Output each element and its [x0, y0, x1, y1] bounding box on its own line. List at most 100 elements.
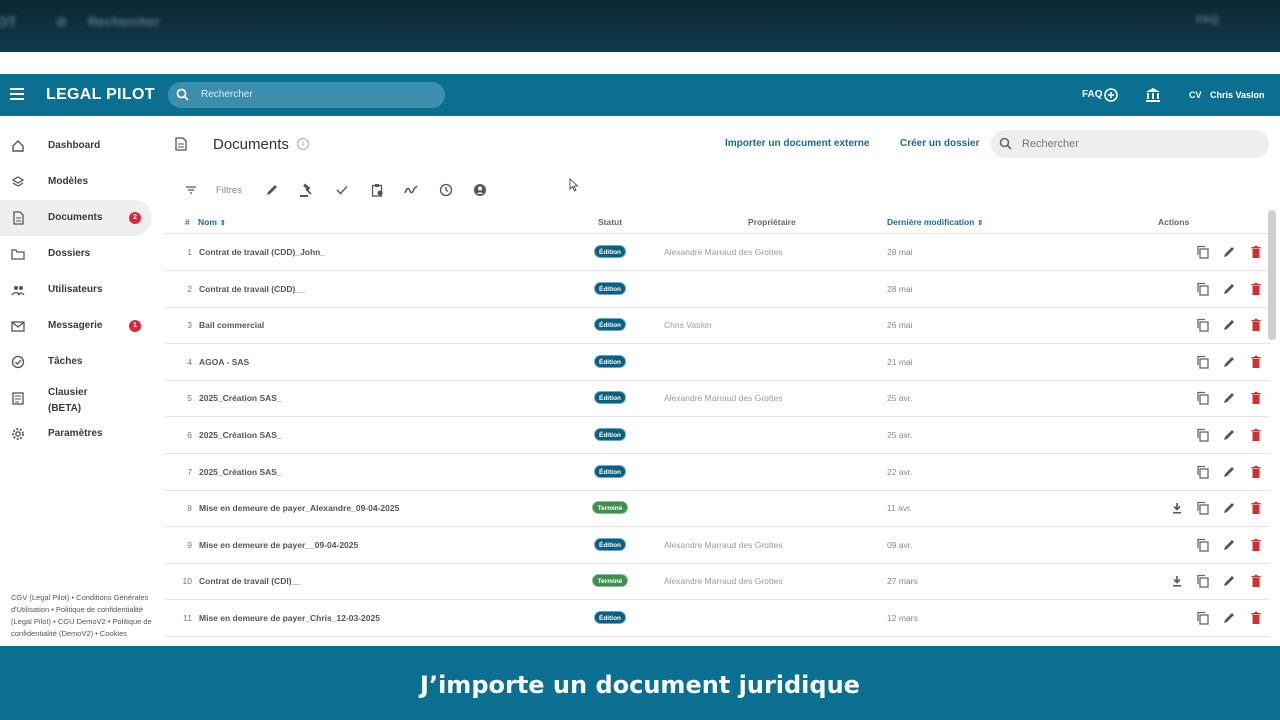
- add-circle-icon[interactable]: [1104, 88, 1118, 102]
- person-filter-icon[interactable]: [473, 183, 487, 197]
- table-row[interactable]: 6 2025_Création SAS_ Édition 25 avr.: [164, 417, 1270, 454]
- sort-icon[interactable]: ⇕: [220, 219, 226, 227]
- document-name[interactable]: 2025_Création SAS_: [199, 467, 282, 477]
- sidebar-item-parametres[interactable]: Paramètres: [0, 416, 152, 452]
- header-search-input[interactable]: Rechercher: [168, 82, 445, 108]
- document-name[interactable]: Mise en demeure de payer__09-04-2025: [199, 540, 358, 550]
- edit-icon[interactable]: [1222, 355, 1236, 369]
- check-filter-icon[interactable]: [335, 183, 349, 197]
- copy-icon[interactable]: [1196, 611, 1210, 625]
- copy-icon[interactable]: [1196, 574, 1210, 589]
- sidebar-item-dossiers[interactable]: Dossiers: [0, 236, 152, 272]
- filters-label[interactable]: Filtres: [216, 185, 242, 196]
- gavel-filter-icon[interactable]: [299, 183, 314, 198]
- edit-icon[interactable]: [1222, 501, 1236, 515]
- table-row[interactable]: 8 Mise en demeure de payer_Alexandre_09-0…: [164, 490, 1270, 528]
- table-row[interactable]: 10 Contrat de travail (CDI)__ Terminé Alexa…: [164, 563, 1270, 601]
- copy-icon[interactable]: [1196, 501, 1210, 515]
- document-name[interactable]: 2025_Création SAS_: [199, 430, 282, 440]
- edit-icon[interactable]: [1222, 282, 1236, 296]
- edit-icon[interactable]: [1222, 538, 1236, 552]
- delete-icon[interactable]: [1249, 538, 1263, 552]
- info-icon[interactable]: i: [297, 138, 309, 150]
- edit-icon[interactable]: [1222, 318, 1236, 332]
- edit-icon[interactable]: [1222, 611, 1236, 625]
- copy-icon[interactable]: [1196, 355, 1210, 369]
- delete-icon[interactable]: [1249, 574, 1263, 588]
- filter-icon[interactable]: [184, 183, 198, 197]
- delete-icon[interactable]: [1249, 245, 1263, 259]
- table-row[interactable]: 4 AGOA - SAS Édition 21 mai: [164, 344, 1270, 381]
- sidebar-item-documents[interactable]: Documents 2: [0, 200, 152, 236]
- import-document-button[interactable]: Importer un document externe: [725, 138, 869, 149]
- delete-icon[interactable]: [1249, 318, 1263, 332]
- col-modified-header[interactable]: Dernière modification ⇕: [887, 217, 983, 227]
- copy-icon[interactable]: [1196, 245, 1210, 259]
- edit-icon[interactable]: [1222, 245, 1236, 259]
- delete-icon[interactable]: [1249, 355, 1263, 369]
- table-row[interactable]: 1 Contrat de travail (CDD)_John_ Édition Al…: [164, 234, 1270, 271]
- table-row[interactable]: 11 Mise en demeure de payer_Chris_12-03-2…: [164, 600, 1270, 637]
- modified-date: 28 mai: [887, 247, 913, 257]
- sidebar-item-utilisateurs[interactable]: Utilisateurs: [0, 272, 152, 308]
- copy-icon[interactable]: [1196, 391, 1210, 406]
- document-icon: [13, 211, 24, 225]
- copy-icon[interactable]: [1196, 465, 1210, 479]
- copy-icon[interactable]: [1196, 318, 1210, 332]
- sidebar-item-taches[interactable]: Tâches: [0, 344, 152, 380]
- document-name[interactable]: AGOA - SAS: [199, 357, 249, 367]
- table-row[interactable]: 7 2025_Création SAS_ Édition 22 avr.: [164, 454, 1270, 491]
- document-name[interactable]: Contrat de travail (CDD)__: [199, 284, 305, 294]
- download-icon[interactable]: [1170, 574, 1184, 588]
- delete-icon[interactable]: [1249, 282, 1263, 296]
- delete-icon[interactable]: [1249, 428, 1263, 442]
- documents-search-input[interactable]: Rechercher: [991, 130, 1269, 158]
- table-row[interactable]: 9 Mise en demeure de payer__09-04-2025 Édi…: [164, 527, 1270, 564]
- footer-legal-links[interactable]: CGV (Legal Pilot) • Conditions Générales…: [11, 592, 157, 640]
- document-name[interactable]: Bail commercial: [199, 320, 264, 330]
- app-window: LEGAL PILOT Rechercher FAQ CV Chris Vasl…: [0, 74, 1280, 646]
- sidebar-item-clausier[interactable]: Clausier (BETA): [0, 380, 152, 416]
- edit-icon[interactable]: [1222, 574, 1236, 588]
- document-name[interactable]: 2025_Création SAS_: [199, 393, 282, 403]
- create-folder-button[interactable]: Créer un dossier: [900, 138, 979, 149]
- pencil-filter-icon[interactable]: [265, 183, 279, 197]
- document-name[interactable]: Contrat de travail (CDD)_John_: [199, 247, 325, 257]
- scrollbar[interactable]: [1268, 210, 1276, 340]
- avatar[interactable]: CV: [1189, 90, 1202, 100]
- col-name-header[interactable]: Nom ⇕: [198, 217, 226, 227]
- document-name[interactable]: Mise en demeure de payer_Alexandre_09-04…: [199, 503, 399, 513]
- clock-filter-icon[interactable]: [439, 183, 453, 197]
- table-row[interactable]: 5 2025_Création SAS_ Édition Alexandre Marr…: [164, 380, 1270, 418]
- col-modified-label: Dernière modification: [887, 217, 975, 227]
- delete-icon[interactable]: [1249, 501, 1263, 515]
- table-row[interactable]: 2 Contrat de travail (CDD)__ Édition 28 mai: [164, 271, 1270, 308]
- edit-icon[interactable]: [1222, 465, 1236, 479]
- table-row[interactable]: 3 Bail commercial Édition Chris Vaslon 26 ma…: [164, 307, 1270, 345]
- modified-date: 26 mai: [887, 320, 913, 331]
- hamburger-menu-icon[interactable]: [10, 88, 24, 100]
- delete-icon[interactable]: [1249, 611, 1263, 625]
- faq-link[interactable]: FAQ: [1082, 89, 1103, 100]
- sidebar-item-messagerie[interactable]: Messagerie 1: [0, 308, 152, 344]
- document-name[interactable]: Contrat de travail (CDI)__: [199, 576, 301, 586]
- delete-icon[interactable]: [1249, 391, 1263, 405]
- sidebar-item-modeles[interactable]: Modèles: [0, 164, 152, 200]
- edit-icon[interactable]: [1222, 391, 1236, 405]
- bank-icon[interactable]: [1145, 87, 1161, 103]
- clipboard-filter-icon[interactable]: [370, 183, 384, 197]
- app-logo[interactable]: LEGAL PILOT: [46, 86, 155, 104]
- status-badge: Terminé: [592, 501, 628, 515]
- user-name[interactable]: Chris Vaslon: [1210, 90, 1265, 100]
- signature-filter-icon[interactable]: [404, 183, 418, 197]
- sort-icon[interactable]: ⇕: [977, 219, 983, 227]
- sidebar-item-dashboard[interactable]: Dashboard: [0, 128, 152, 164]
- sidebar-item-label: Utilisateurs: [48, 284, 103, 295]
- copy-icon[interactable]: [1196, 428, 1210, 442]
- document-name[interactable]: Mise en demeure de payer_Chris_12-03-202…: [199, 613, 380, 623]
- edit-icon[interactable]: [1222, 428, 1236, 442]
- copy-icon[interactable]: [1196, 538, 1210, 552]
- delete-icon[interactable]: [1249, 465, 1263, 479]
- download-icon[interactable]: [1170, 501, 1184, 515]
- copy-icon[interactable]: [1196, 282, 1210, 296]
